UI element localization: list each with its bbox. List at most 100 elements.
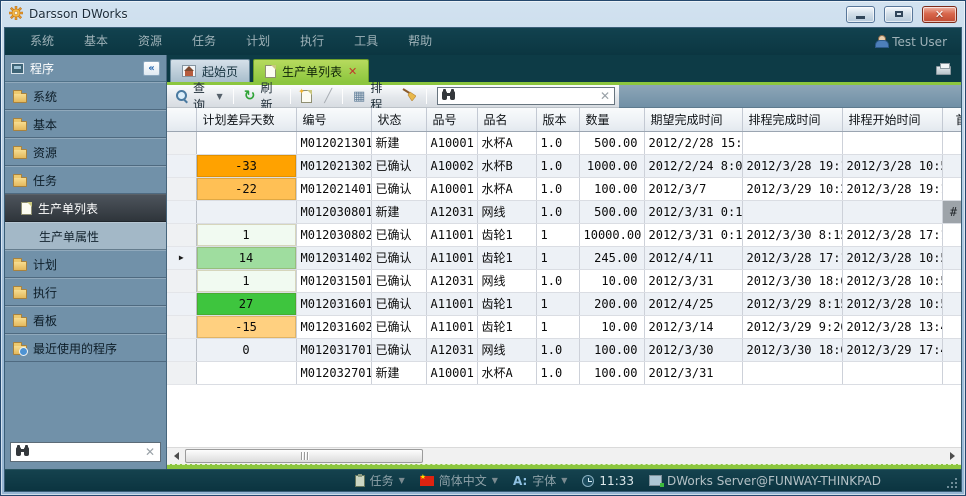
toolbar-search-box[interactable]: ✕	[437, 87, 615, 105]
sidebar-item-3[interactable]: 资源	[5, 138, 166, 166]
cell-diff	[196, 361, 296, 384]
schedule-button[interactable]: ▦ 排程	[348, 86, 395, 107]
tab-home[interactable]: 起始页	[170, 59, 250, 82]
cell-quantity: 1000.00	[579, 154, 644, 177]
query-dropdown-icon[interactable]: ▼	[217, 92, 223, 101]
toolbar-search-clear-icon[interactable]: ✕	[600, 90, 610, 102]
menu-item-6[interactable]: 执行	[285, 28, 339, 55]
pencil-icon: ╱	[324, 90, 332, 103]
resize-grip[interactable]	[947, 478, 957, 488]
sidebar-item-label: 执行	[33, 284, 57, 301]
column-header-schedend[interactable]: 排程完成时间	[742, 108, 842, 131]
clean-button[interactable]	[397, 86, 421, 107]
task-label: 任务	[370, 472, 394, 489]
sidebar-item-label: 计划	[33, 256, 57, 273]
menu-item-1[interactable]: 系统	[15, 28, 69, 55]
cell-due-time: 2012/4/25	[644, 292, 742, 315]
table-row[interactable]: 1M012030802已确认A11001齿轮1110000.002012/3/3…	[167, 223, 961, 246]
sidebar-item-6[interactable]: 生产单属性	[5, 222, 166, 250]
menu-item-3[interactable]: 资源	[123, 28, 177, 55]
table-row[interactable]: M012032701新建A10001水杯A1.0100.002012/3/31	[167, 361, 961, 384]
refresh-button[interactable]: ↻ 刷新	[239, 86, 285, 107]
task-menu[interactable]: 任务 ▼	[355, 472, 405, 489]
sidebar-item-7[interactable]: 计划	[5, 250, 166, 278]
toolbar-search-input[interactable]	[460, 88, 595, 104]
font-menu[interactable]: A: 字体 ▼	[513, 472, 567, 489]
table-row[interactable]: M012021301新建A10001水杯A1.0500.002012/2/28 …	[167, 131, 961, 154]
folder-icon	[13, 317, 27, 327]
sidebar-item-8[interactable]: 执行	[5, 278, 166, 306]
tab-close-icon[interactable]: ✕	[348, 66, 357, 77]
maximize-button[interactable]	[884, 6, 913, 23]
sidebar-search-input[interactable]	[34, 444, 140, 460]
sidebar-item-label: 最近使用的程序	[33, 340, 117, 357]
binoculars-icon	[16, 445, 29, 459]
close-button[interactable]: ✕	[922, 6, 957, 23]
horizontal-scrollbar[interactable]	[167, 447, 961, 464]
column-header-status[interactable]: 状态	[371, 108, 426, 131]
time-value: 11:33	[599, 474, 634, 488]
font-dropdown-icon[interactable]: ▼	[561, 476, 567, 485]
table-row[interactable]: -33M012021302已确认A10002水杯B1.01000.002012/…	[167, 154, 961, 177]
row-selector-cell	[167, 292, 196, 315]
menu-item-8[interactable]: 帮助	[393, 28, 447, 55]
cell-due-time: 2012/3/31 0:10	[644, 200, 742, 223]
menu-item-7[interactable]: 工具	[339, 28, 393, 55]
column-header-itemno[interactable]: 品号	[426, 108, 477, 131]
user-name: Test User	[892, 35, 947, 49]
sidebar-collapse-button[interactable]: «	[143, 61, 160, 76]
query-button[interactable]: 查询 ▼	[171, 86, 228, 107]
row-selector-cell	[167, 154, 196, 177]
table-row[interactable]: 1M012031501已确认A12031网线1.010.002012/3/312…	[167, 269, 961, 292]
table-row[interactable]: 27M012031601已确认A11001齿轮11200.002012/4/25…	[167, 292, 961, 315]
sidebar-item-5[interactable]: 生产单列表	[5, 194, 166, 222]
cell-order-no: M012021401	[296, 177, 371, 200]
cell-quantity: 100.00	[579, 177, 644, 200]
cell-due-time: 2012/2/24 8:00	[644, 154, 742, 177]
cell-sched-end	[742, 200, 842, 223]
cell-order-no: M012030801	[296, 200, 371, 223]
column-header-ver[interactable]: 版本	[536, 108, 579, 131]
edit-button[interactable]: ╱	[319, 86, 337, 107]
printer-icon[interactable]	[936, 66, 951, 75]
cell-quantity: 500.00	[579, 131, 644, 154]
column-header-qty[interactable]: 数量	[579, 108, 644, 131]
tab-production-order-list[interactable]: 生产单列表 ✕	[253, 59, 369, 82]
column-header-extra[interactable]: 首	[942, 108, 961, 131]
table-row[interactable]: -22M012021401已确认A10001水杯A1.0100.002012/3…	[167, 177, 961, 200]
menu-item-2[interactable]: 基本	[69, 28, 123, 55]
table-row[interactable]: -15M012031602已确认A11001齿轮1110.002012/3/14…	[167, 315, 961, 338]
menu-item-4[interactable]: 任务	[177, 28, 231, 55]
folder-icon	[13, 261, 27, 271]
cell-order-no: M012031402	[296, 246, 371, 269]
cell-sched-start: 2012/3/28 17:13	[842, 223, 942, 246]
sidebar-item-1[interactable]: 系统	[5, 82, 166, 110]
cell-item-name: 水杯A	[477, 361, 536, 384]
table-row[interactable]: ▶14M012031402已确认A11001齿轮11245.002012/4/1…	[167, 246, 961, 269]
sidebar-item-10[interactable]: 最近使用的程序	[5, 334, 166, 362]
column-header-schedstart[interactable]: 排程开始时间	[842, 108, 942, 131]
scroll-right-icon[interactable]	[944, 448, 960, 464]
task-dropdown-icon[interactable]: ▼	[399, 476, 405, 485]
column-header-no[interactable]: 编号	[296, 108, 371, 131]
new-button[interactable]: ✦	[296, 86, 317, 107]
sidebar-search-box[interactable]: ✕	[10, 442, 161, 462]
sidebar-item-9[interactable]: 看板	[5, 306, 166, 334]
sidebar-item-4[interactable]: 任务	[5, 166, 166, 194]
app-gear-icon	[9, 6, 23, 23]
scroll-left-icon[interactable]	[168, 448, 184, 464]
sidebar-search-clear-icon[interactable]: ✕	[145, 446, 155, 458]
menu-item-5[interactable]: 计划	[231, 28, 285, 55]
scrollbar-thumb[interactable]	[185, 449, 423, 463]
sidebar-item-2[interactable]: 基本	[5, 110, 166, 138]
column-header-diff[interactable]: 计划差异天数	[196, 108, 296, 131]
table-row[interactable]: 0M012031701已确认A12031网线1.0100.002012/3/30…	[167, 338, 961, 361]
sidebar-item-label: 系统	[33, 88, 57, 105]
sidebar-header-label: 程序	[30, 60, 54, 77]
language-dropdown-icon[interactable]: ▼	[492, 476, 498, 485]
table-row[interactable]: M012030801新建A12031网线1.0500.002012/3/31 0…	[167, 200, 961, 223]
column-header-name[interactable]: 品名	[477, 108, 536, 131]
column-header-due[interactable]: 期望完成时间	[644, 108, 742, 131]
minimize-button[interactable]	[846, 6, 875, 23]
language-menu[interactable]: 简体中文 ▼	[420, 472, 498, 489]
